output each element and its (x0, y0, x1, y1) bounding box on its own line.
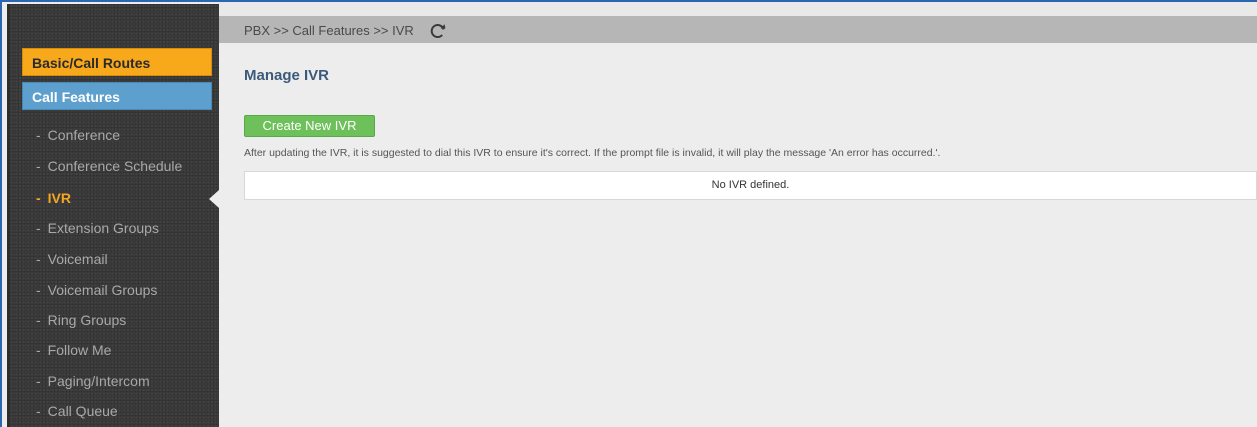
refresh-icon[interactable] (429, 22, 447, 40)
dash: - (36, 158, 41, 174)
ivr-list-empty: No IVR defined. (244, 171, 1257, 200)
sidebar-item-label: Voicemail (47, 251, 108, 267)
sidebar-item-label: Conference Schedule (47, 158, 183, 174)
sidebar-item-voicemail-groups[interactable]: - Voicemail Groups (36, 280, 157, 300)
dash: - (36, 403, 41, 419)
sidebar-item-label: Voicemail Groups (47, 282, 158, 298)
sidebar-item-label: Conference (47, 127, 121, 143)
category-basic-call-routes[interactable]: Basic/Call Routes (22, 48, 212, 76)
create-new-ivr-button[interactable]: Create New IVR (244, 115, 375, 137)
sidebar-item-paging-intercom[interactable]: - Paging/Intercom (36, 371, 150, 391)
sidebar-item-call-queue[interactable]: - Call Queue (36, 401, 118, 421)
sidebar-item-label: Extension Groups (47, 220, 159, 236)
breadcrumb-text: PBX >> Call Features >> IVR (244, 23, 414, 39)
sidebar-item-conference[interactable]: - Conference (36, 125, 120, 145)
sidebar-item-extension-groups[interactable]: - Extension Groups (36, 218, 159, 238)
dash: - (36, 312, 41, 328)
sidebar-item-label: Follow Me (47, 342, 112, 358)
breadcrumb: PBX >> Call Features >> IVR (219, 16, 1257, 43)
empty-message: No IVR defined. (711, 179, 790, 191)
active-item-pointer (209, 190, 219, 208)
sidebar-item-label: IVR (47, 190, 72, 206)
sidebar-item-ivr[interactable]: - IVR (36, 188, 71, 208)
sidebar-item-follow-me[interactable]: - Follow Me (36, 340, 111, 360)
dash: - (36, 282, 41, 298)
category-call-features[interactable]: Call Features (22, 82, 212, 110)
sidebar-item-conference-schedule[interactable]: - Conference Schedule (36, 156, 182, 176)
dash: - (36, 342, 41, 358)
sidebar-item-label: Call Queue (47, 403, 118, 419)
sidebar-item-voicemail[interactable]: - Voicemail (36, 249, 108, 269)
ivr-hint-text: After updating the IVR, it is suggested … (244, 147, 941, 159)
sidebar-item-label: Paging/Intercom (47, 373, 150, 389)
top-strip (219, 2, 1257, 16)
dash: - (36, 373, 41, 389)
sidebar-item-ring-groups[interactable]: - Ring Groups (36, 310, 126, 330)
sidebar-item-label: Ring Groups (47, 312, 127, 328)
dash: - (36, 251, 41, 267)
dash: - (36, 220, 41, 236)
dash: - (36, 190, 41, 206)
dash: - (36, 127, 41, 143)
page-title: Manage IVR (244, 67, 330, 84)
